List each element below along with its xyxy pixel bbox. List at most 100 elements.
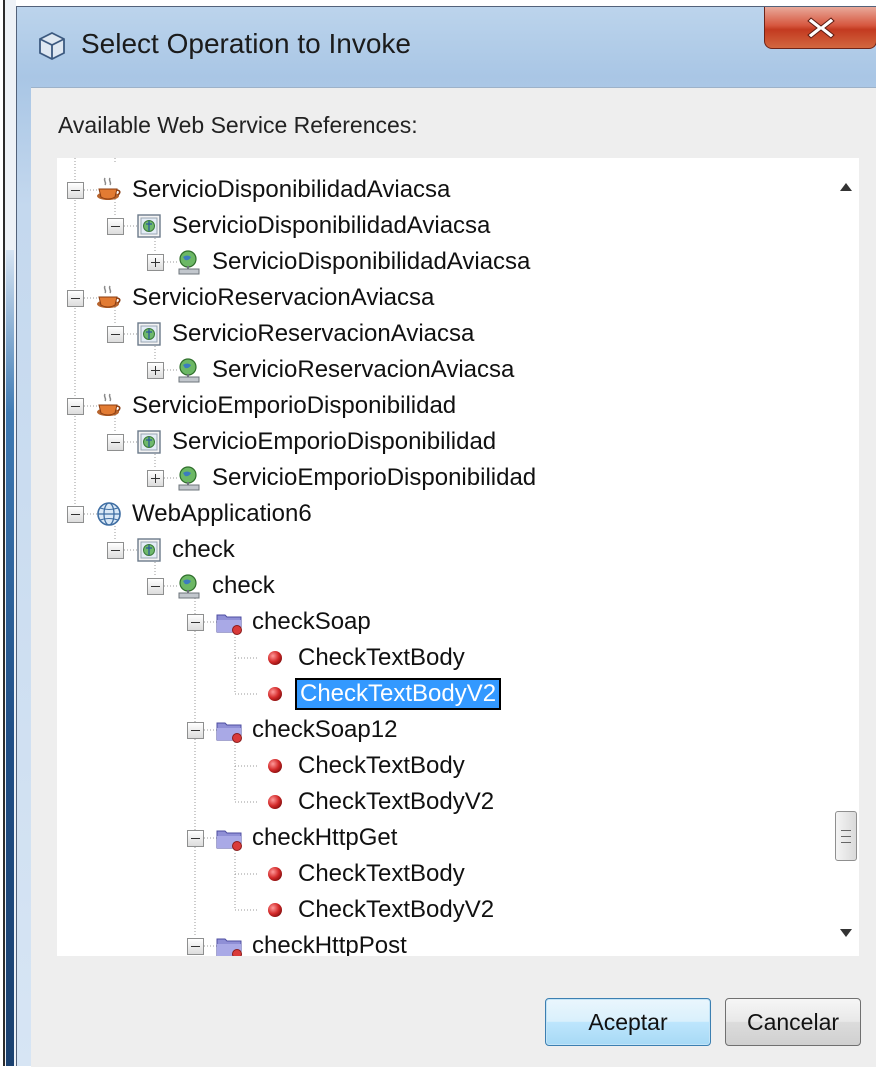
operation-dot-icon — [268, 903, 282, 917]
collapse-toggle[interactable] — [107, 218, 124, 235]
service-icon — [137, 430, 161, 454]
netbeans-cube-icon — [39, 31, 65, 61]
tree-node-label: check — [172, 536, 235, 563]
collapse-toggle[interactable] — [187, 830, 204, 847]
collapse-toggle[interactable] — [187, 722, 204, 739]
tree-node[interactable]: checkHttpGet — [249, 822, 400, 854]
desktop-background-strip — [0, 0, 16, 1066]
tree-node-label: ServicioEmporioDisponibilidad — [172, 428, 497, 455]
tree-node-label: ServicioDisponibilidadAviacsa — [172, 212, 491, 239]
coffee-cup-icon — [97, 177, 121, 200]
dialog-window: Select Operation to Invoke Available Web… — [16, 6, 876, 1067]
thumb-grip-line — [841, 842, 851, 844]
scroll-down-button[interactable] — [833, 918, 859, 948]
service-icon — [137, 322, 161, 346]
tree-node-label: checkHttpPost — [252, 932, 407, 956]
port-icon — [178, 466, 200, 491]
collapse-toggle[interactable] — [67, 182, 84, 199]
tree-node[interactable]: CheckTextBody — [295, 858, 468, 890]
service-icon — [137, 538, 161, 562]
tree-node-label: WebApplication6 — [132, 500, 312, 527]
thumb-grip-line — [841, 836, 851, 838]
tree-node[interactable]: ServicioEmporioDisponibilidad — [209, 462, 539, 494]
port-icon — [178, 250, 200, 275]
tree-node-label: CheckTextBody — [298, 644, 465, 671]
tree-node-label: CheckTextBodyV2 — [298, 896, 495, 923]
tree-node[interactable]: ServicioDisponibilidadAviacsa — [209, 246, 533, 278]
tree-node[interactable]: ServicioReservacionAviacsa — [169, 318, 477, 350]
collapse-toggle[interactable] — [107, 326, 124, 343]
close-button[interactable] — [764, 7, 876, 49]
tree-node-label: check — [212, 572, 275, 599]
coffee-cup-icon — [97, 393, 121, 416]
collapse-toggle[interactable] — [67, 398, 84, 415]
tree-node[interactable]: CheckTextBody — [295, 750, 468, 782]
collapse-toggle[interactable] — [187, 614, 204, 631]
tree-node[interactable]: ServicioDisponibilidadAviacsa — [129, 174, 453, 206]
tree-node-label: ServicioEmporioDisponibilidad — [212, 464, 537, 491]
triangle-up-icon — [840, 183, 852, 191]
collapse-toggle[interactable] — [67, 290, 84, 307]
desktop-background-bar — [6, 250, 14, 1066]
folder-icon — [216, 830, 242, 851]
tree-node[interactable]: CheckTextBodyV2 — [295, 786, 497, 818]
collapse-toggle[interactable] — [107, 542, 124, 559]
vertical-scrollbar[interactable] — [833, 158, 859, 956]
tree-node-label: CheckTextBody — [298, 752, 465, 779]
tree-node[interactable]: ServicioDisponibilidadAviacsa — [169, 210, 493, 242]
close-x-icon — [806, 16, 835, 39]
tree-node[interactable]: check — [169, 534, 238, 566]
tree-node[interactable]: check — [209, 570, 278, 602]
tree-node[interactable]: CheckTextBody — [295, 642, 468, 674]
tree-node[interactable]: WebApplication6 — [129, 498, 315, 530]
folder-icon — [216, 614, 242, 635]
scroll-up-button[interactable] — [833, 172, 859, 202]
collapse-toggle[interactable] — [187, 938, 204, 955]
globe-icon — [97, 502, 121, 526]
scroll-thumb[interactable] — [835, 811, 857, 862]
service-icon — [137, 214, 161, 238]
tree-node[interactable]: CheckTextBodyV2 — [295, 894, 497, 926]
tree-node[interactable]: ServicioEmporioDisponibilidad — [129, 390, 459, 422]
tree-node-label: ServicioDisponibilidadAviacsa — [212, 248, 531, 275]
collapse-toggle[interactable] — [147, 578, 164, 595]
operation-dot-icon — [268, 687, 282, 701]
port-icon — [178, 358, 200, 383]
thumb-grip-line — [841, 830, 851, 832]
tree-node-label: checkHttpGet — [252, 824, 398, 851]
tree-node-label: CheckTextBodyV2 — [298, 788, 495, 815]
cancel-button[interactable]: Cancelar — [725, 998, 861, 1046]
expand-toggle[interactable] — [147, 254, 164, 271]
tree-node-label: ServicioEmporioDisponibilidad — [132, 392, 457, 419]
tree-node[interactable]: checkSoap12 — [249, 714, 400, 746]
folder-icon — [216, 938, 242, 956]
tree-node-label: checkSoap — [252, 608, 371, 635]
dialog-content: Available Web Service References: Servic… — [31, 87, 876, 1067]
collapse-toggle[interactable] — [107, 434, 124, 451]
operation-dot-icon — [268, 651, 282, 665]
operation-dot-icon — [268, 867, 282, 881]
tree-node[interactable]: ServicioEmporioDisponibilidad — [169, 426, 499, 458]
port-icon — [178, 574, 200, 599]
folder-icon — [216, 722, 242, 743]
coffee-cup-icon — [97, 285, 121, 308]
title-bar[interactable]: Select Operation to Invoke — [17, 7, 876, 87]
tree-node[interactable]: ServicioReservacionAviacsa — [129, 282, 437, 314]
tree-node[interactable]: checkHttpPost — [249, 930, 410, 956]
available-references-label: Available Web Service References: — [58, 112, 418, 138]
operation-dot-icon — [268, 759, 282, 773]
tree-node-label: CheckTextBody — [298, 860, 465, 887]
accept-button[interactable]: Aceptar — [545, 998, 711, 1046]
web-service-tree[interactable]: ServicioDisponibilidadAviacsa ServicioDis… — [57, 158, 859, 956]
tree-node-label: ServicioDisponibilidadAviacsa — [132, 176, 451, 203]
tree-node-label: ServicioReservacionAviacsa — [212, 356, 515, 383]
collapse-toggle[interactable] — [67, 506, 84, 523]
expand-toggle[interactable] — [147, 470, 164, 487]
tree-node[interactable]: CheckTextBodyV2 — [295, 678, 502, 710]
tree-node[interactable]: checkSoap — [249, 606, 374, 638]
tree-node[interactable]: ServicioReservacionAviacsa — [209, 354, 517, 386]
tree-node-label-selected: CheckTextBodyV2 — [295, 678, 502, 710]
expand-toggle[interactable] — [147, 362, 164, 379]
triangle-down-icon — [840, 929, 852, 937]
window-title: Select Operation to Invoke — [81, 28, 411, 59]
